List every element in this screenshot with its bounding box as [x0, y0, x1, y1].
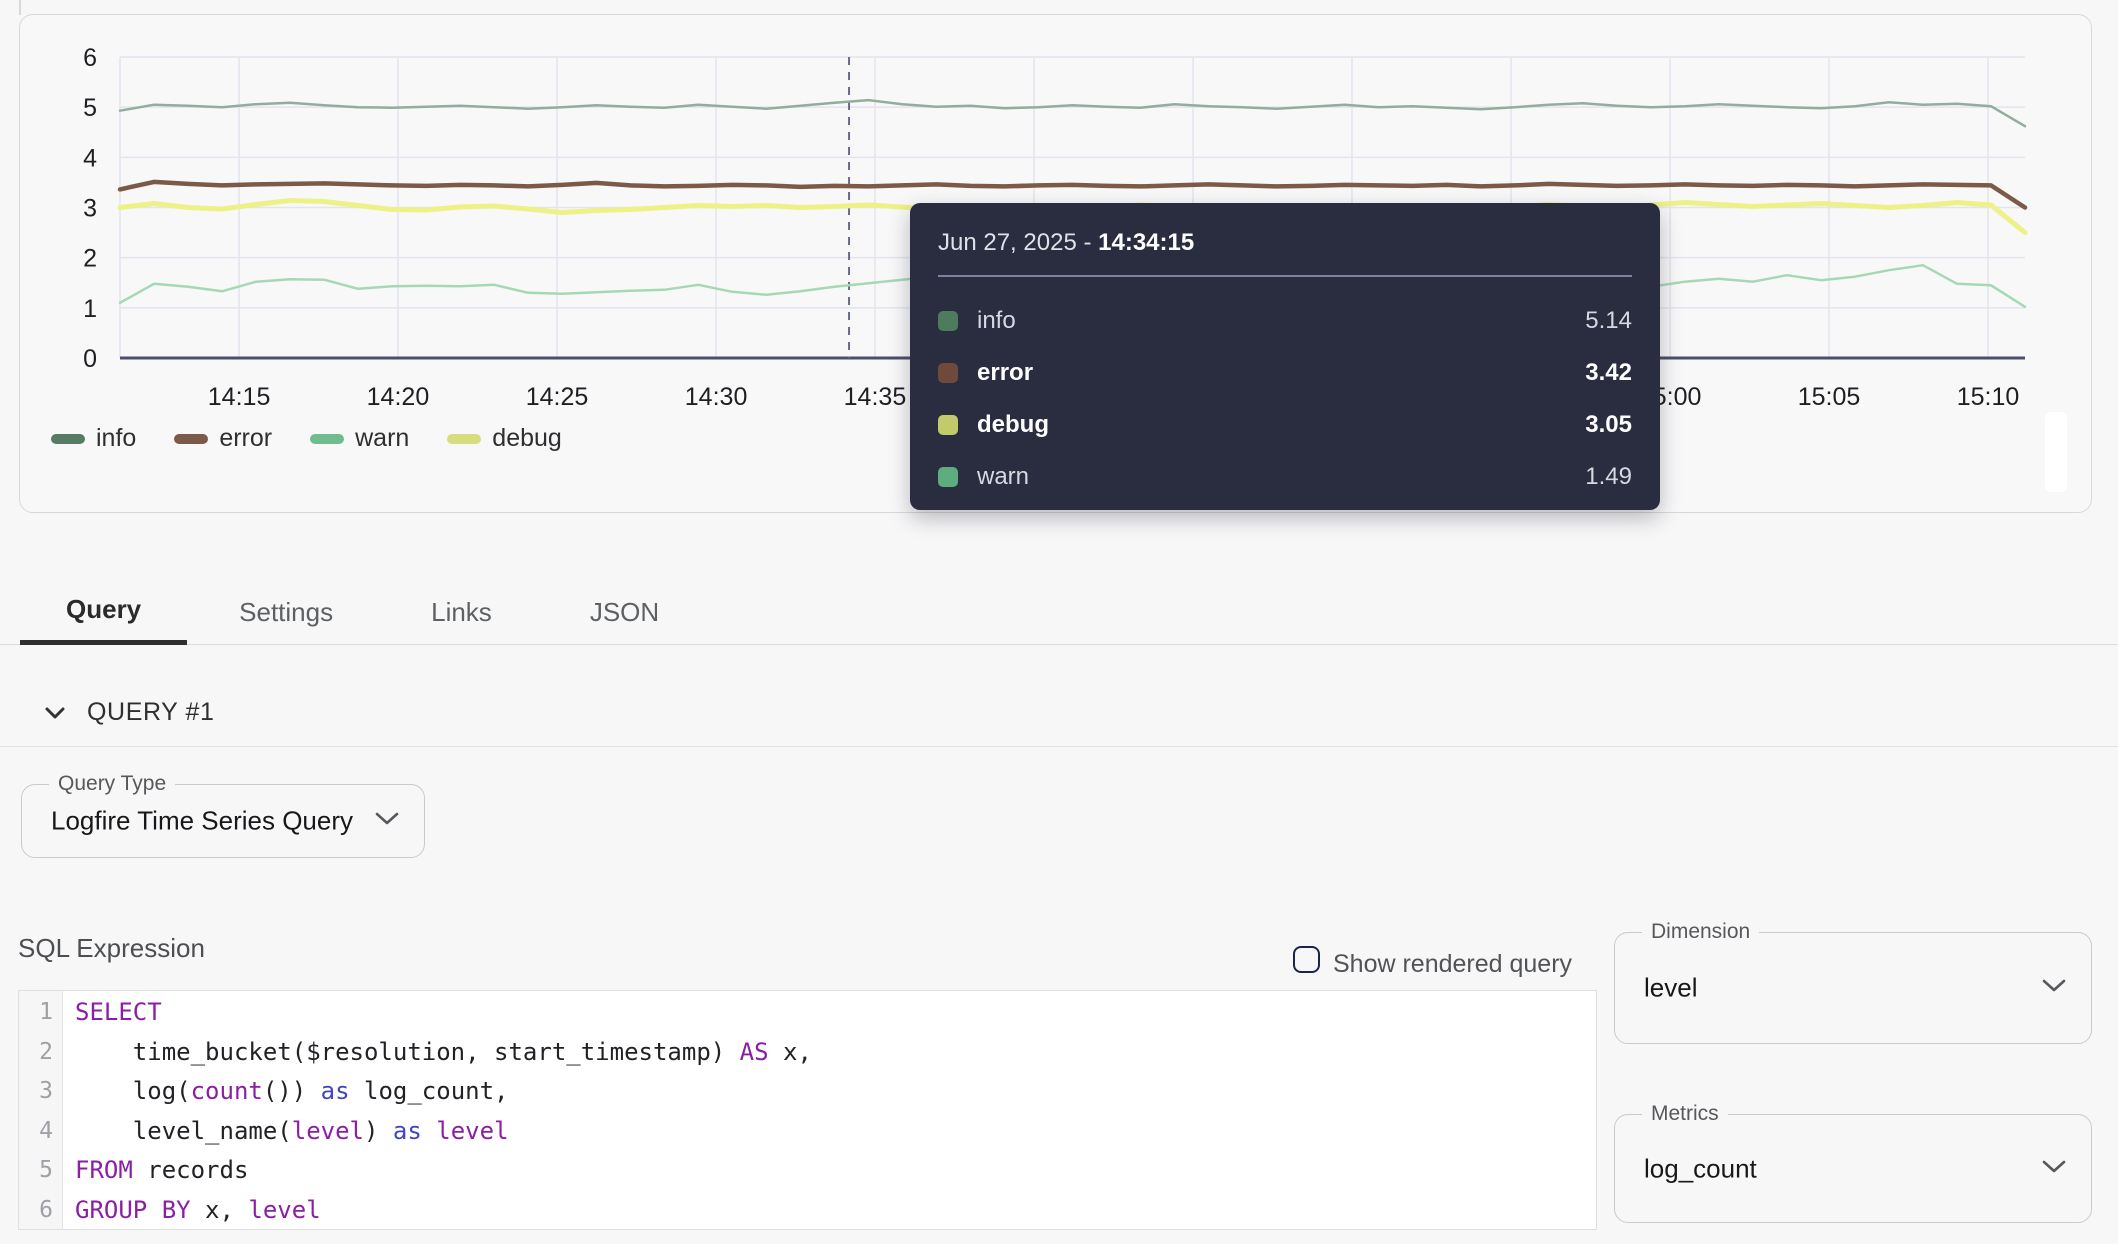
legend-label: info	[96, 424, 136, 453]
metrics-label: Metrics	[1642, 1102, 1728, 1126]
tooltip-series-value: 3.42	[1585, 359, 1632, 387]
debug-swatch	[938, 415, 958, 435]
tooltip-series-label: debug	[977, 411, 1049, 439]
line-number: 2	[19, 1033, 62, 1073]
svg-text:5: 5	[83, 94, 97, 122]
dimension-value: level	[1644, 973, 1697, 1004]
svg-text:0: 0	[83, 345, 97, 373]
svg-text:14:15: 14:15	[208, 383, 271, 411]
section-divider	[0, 746, 2118, 747]
info-swatch	[51, 434, 85, 444]
tooltip-series-label: warn	[977, 463, 1029, 491]
dimension-label: Dimension	[1642, 920, 1759, 944]
svg-text:15:10: 15:10	[1957, 383, 2020, 411]
query-type-select[interactable]: Query Type Logfire Time Series Query	[21, 784, 425, 858]
svg-text:2: 2	[83, 245, 97, 273]
warn-swatch	[310, 434, 344, 444]
svg-text:15:05: 15:05	[1798, 383, 1861, 411]
tooltip-row-debug: debug 3.05	[938, 399, 1632, 451]
chart-legend: info error warn debug	[51, 424, 562, 453]
chart-tooltip: Jun 27, 2025 - 14:34:15 info 5.14 error …	[910, 203, 1660, 510]
tooltip-series-value: 1.49	[1585, 463, 1632, 491]
svg-text:14:25: 14:25	[526, 383, 589, 411]
svg-text:14:30: 14:30	[685, 383, 748, 411]
legend-item-info[interactable]: info	[51, 424, 136, 453]
code-line: log(count()) as log_count,	[75, 1072, 1596, 1112]
tooltip-row-error: error 3.42	[938, 347, 1632, 399]
tooltip-series-value: 5.14	[1585, 307, 1632, 335]
tooltip-divider	[938, 275, 1632, 277]
metrics-value: log_count	[1644, 1153, 1757, 1184]
legend-item-debug[interactable]: debug	[447, 424, 562, 453]
tooltip-series-value: 3.05	[1585, 411, 1632, 439]
show-rendered-query-checkbox[interactable]	[1293, 946, 1320, 973]
warn-swatch	[938, 467, 958, 487]
svg-text:1: 1	[83, 295, 97, 323]
tooltip-row-info: info 5.14	[938, 295, 1632, 347]
chevron-down-icon	[2041, 1159, 2067, 1179]
chevron-down-icon	[374, 811, 400, 831]
collapse-chevron-icon[interactable]	[44, 706, 66, 725]
tooltip-series-label: error	[977, 359, 1033, 387]
query-type-label: Query Type	[49, 772, 175, 796]
debug-swatch	[447, 434, 481, 444]
sql-code[interactable]: SELECT time_bucket($resolution, start_ti…	[63, 991, 1596, 1229]
svg-text:14:35: 14:35	[844, 383, 907, 411]
line-number: 6	[19, 1191, 62, 1231]
query-type-value: Logfire Time Series Query	[51, 806, 353, 837]
svg-text:4: 4	[83, 144, 97, 172]
line-number: 3	[19, 1072, 62, 1112]
line-number: 1	[19, 993, 62, 1033]
tab-bar: Query Settings Links JSON	[20, 579, 705, 645]
svg-text:14:20: 14:20	[367, 383, 430, 411]
code-line: level_name(level) as level	[75, 1112, 1596, 1152]
legend-item-error[interactable]: error	[174, 424, 272, 453]
tab-settings[interactable]: Settings	[193, 579, 379, 645]
error-swatch	[174, 434, 208, 444]
line-number: 4	[19, 1112, 62, 1152]
tooltip-timestamp: Jun 27, 2025 - 14:34:15	[938, 229, 1632, 257]
query-section-title[interactable]: QUERY #1	[87, 698, 215, 727]
show-rendered-query-label[interactable]: Show rendered query	[1333, 950, 1572, 979]
scrollbar-thumb[interactable]	[2045, 412, 2067, 492]
dimension-select[interactable]: Dimension level	[1614, 932, 2092, 1044]
tab-query[interactable]: Query	[20, 579, 187, 645]
code-line: SELECT	[75, 993, 1596, 1033]
sql-code-editor[interactable]: 1 2 3 4 5 6 SELECT time_bucket($resoluti…	[18, 990, 1597, 1230]
tab-json[interactable]: JSON	[544, 579, 705, 645]
line-number: 5	[19, 1151, 62, 1191]
tooltip-row-warn: warn 1.49	[938, 451, 1632, 503]
legend-label: warn	[355, 424, 409, 453]
code-line: GROUP BY x, level	[75, 1191, 1596, 1230]
code-line: time_bucket($resolution, start_timestamp…	[75, 1033, 1596, 1073]
tab-links[interactable]: Links	[385, 579, 538, 645]
info-swatch	[938, 311, 958, 331]
svg-text:3: 3	[83, 195, 97, 223]
card-border-stub	[19, 0, 21, 15]
error-swatch	[938, 363, 958, 383]
legend-item-warn[interactable]: warn	[310, 424, 409, 453]
svg-text:6: 6	[83, 44, 97, 72]
legend-label: debug	[492, 424, 562, 453]
chevron-down-icon	[2041, 978, 2067, 998]
line-number-gutter: 1 2 3 4 5 6	[19, 991, 63, 1229]
sql-expression-label: SQL Expression	[18, 933, 205, 964]
metrics-select[interactable]: Metrics log_count	[1614, 1114, 2092, 1223]
code-line: FROM records	[75, 1151, 1596, 1191]
legend-label: error	[219, 424, 272, 453]
tooltip-series-label: info	[977, 307, 1016, 335]
